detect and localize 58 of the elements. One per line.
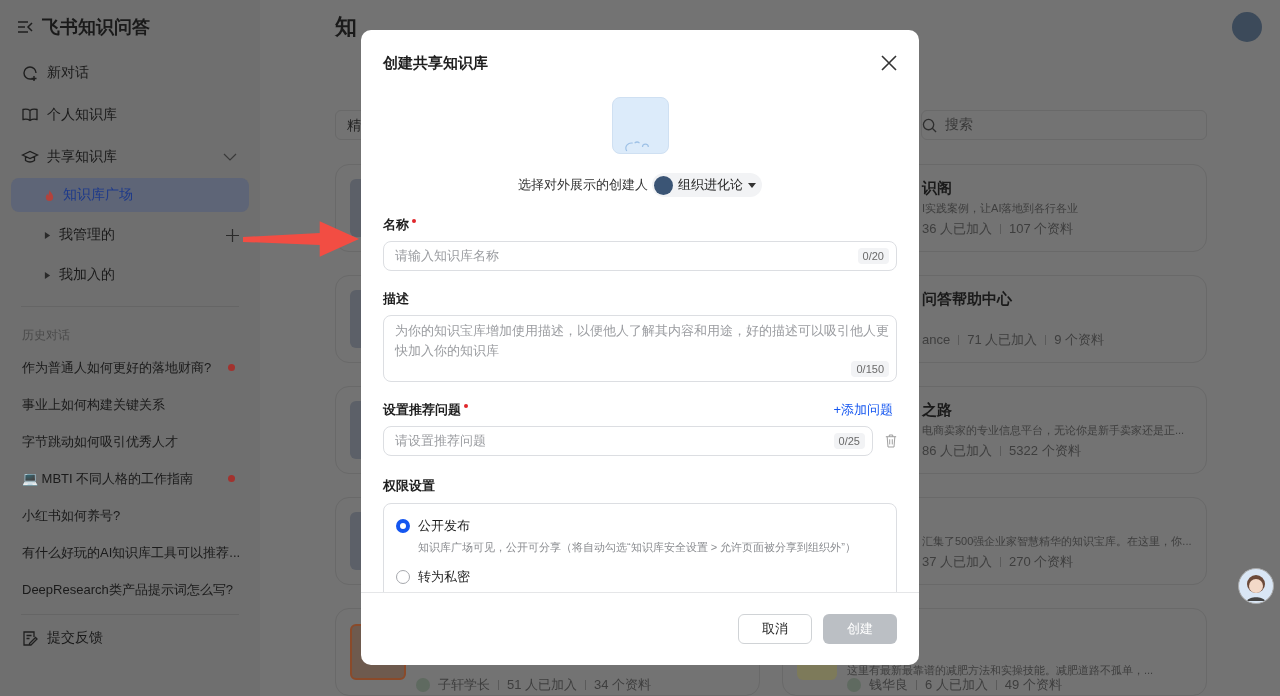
card-title: 之路: [922, 401, 953, 420]
caret-icon: [748, 182, 756, 188]
history-item[interactable]: 💻 MBTI 不同人格的工作指南: [11, 460, 249, 497]
character-counter: 0/25: [833, 433, 865, 449]
cover-placeholder: [350, 179, 362, 237]
history-item[interactable]: 事业上如何构建关键关系: [11, 386, 249, 423]
search-field[interactable]: 搜索: [921, 110, 1207, 140]
cover-placeholder: [350, 512, 362, 570]
plus-icon[interactable]: [226, 228, 239, 242]
assistant-avatar[interactable]: [1238, 568, 1274, 604]
graduation-cap-icon: [21, 148, 39, 166]
chat-plus-icon: [21, 64, 39, 82]
input-field[interactable]: 请设置推荐问题 0/25: [383, 426, 873, 456]
app-title: 飞书知识问答: [42, 16, 150, 39]
chevron-icon[interactable]: [223, 153, 237, 161]
menu-icon[interactable]: [16, 18, 34, 36]
field-label: 描述: [383, 290, 409, 308]
triangle-icon[interactable]: [44, 270, 51, 280]
edit-document-icon: [21, 629, 39, 647]
nav-item[interactable]: 新对话: [11, 52, 249, 94]
flame-icon: [44, 188, 55, 202]
option-label: 转为私密: [418, 568, 470, 586]
creator-label: 选择对外展示的创建人: [518, 176, 648, 194]
close-button[interactable]: [881, 55, 897, 71]
nav-item[interactable]: 我加入的: [11, 258, 249, 292]
field-label: 权限设置: [383, 477, 436, 495]
cover-placeholder: [350, 290, 362, 348]
description-field[interactable]: 为你的知识宝库增加使用描述，以便他人了解其内容和用途，好的描述可以吸引他人更快加入你的知识库 0/150: [383, 315, 897, 382]
feedback-link[interactable]: 提交反馈: [11, 617, 249, 659]
card-title: 识阁: [922, 179, 953, 198]
cover-placeholder: [350, 401, 362, 459]
nav-item[interactable]: 共享知识库: [11, 136, 249, 178]
user-avatar[interactable]: [1232, 12, 1262, 42]
triangle-icon[interactable]: [44, 230, 51, 240]
book-icon: [21, 106, 39, 124]
history-item[interactable]: DeepResearch类产品提示词怎么写?: [11, 571, 249, 608]
add-question-link[interactable]: +添加问题: [833, 401, 893, 419]
trash-icon[interactable]: [885, 434, 897, 448]
option-label: 公开发布: [418, 517, 470, 535]
nav-item[interactable]: 个人知识库: [11, 94, 249, 136]
history-item[interactable]: 作为普通人如何更好的落地财商?: [11, 349, 249, 386]
page-heading: 知: [335, 12, 357, 41]
history-item[interactable]: 小红书如何养号?: [11, 497, 249, 534]
radio-button[interactable]: [396, 519, 410, 533]
history-item[interactable]: 字节跳动如何吸引优秀人才: [11, 423, 249, 460]
character-counter: 0/20: [857, 248, 889, 264]
dialog-title: 创建共享知识库: [383, 53, 488, 73]
history-item[interactable]: 有什么好玩的AI知识库工具可以推荐...: [11, 534, 249, 571]
input-field[interactable]: 请输入知识库名称 0/20: [383, 241, 897, 271]
field-label: 设置推荐问题: [383, 401, 461, 419]
cancel-button[interactable]: 取消: [738, 614, 812, 644]
field-label: 名称: [383, 216, 409, 234]
search-icon: [922, 117, 937, 133]
nav-item[interactable]: 我管理的: [11, 218, 249, 252]
nav-item[interactable]: 知识库广场: [11, 178, 249, 212]
creator-dropdown[interactable]: 组织进化论: [652, 173, 762, 197]
character-counter: 0/150: [851, 361, 889, 377]
card-title: 问答帮助中心: [922, 290, 1013, 309]
